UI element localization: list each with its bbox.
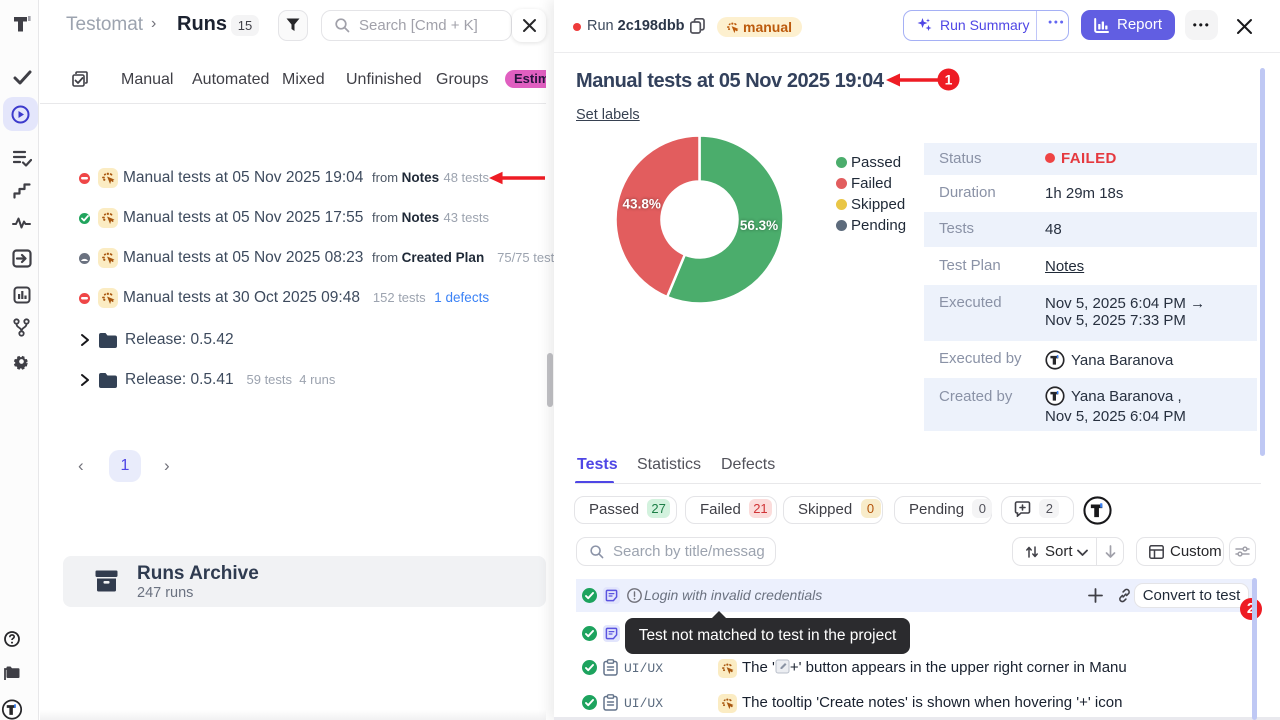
svg-text:43.8%: 43.8%	[623, 197, 661, 212]
svg-text:1: 1	[945, 72, 953, 88]
svg-text:56.3%: 56.3%	[740, 218, 778, 233]
